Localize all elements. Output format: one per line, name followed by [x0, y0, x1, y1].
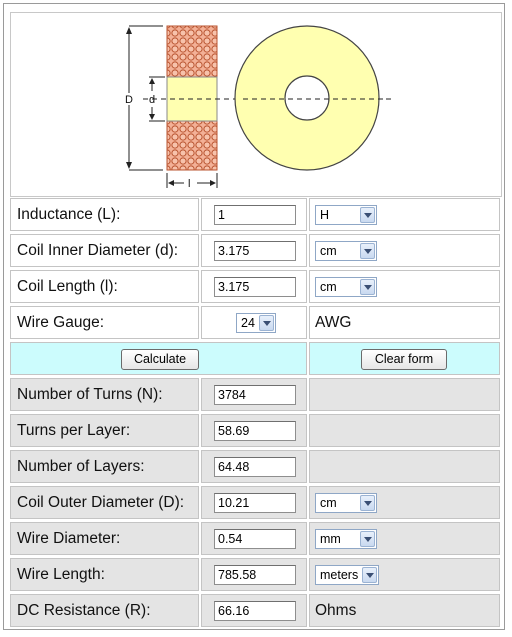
dc-resistance-label: DC Resistance (R):: [17, 602, 151, 619]
turns-per-layer-label: Turns per Layer:: [17, 422, 131, 439]
label-D: D: [125, 94, 133, 106]
row-inductance: Inductance (L): 1 H: [10, 198, 500, 231]
label-l: l: [188, 178, 190, 190]
row-layers: Number of Layers: 64.48: [10, 450, 500, 483]
coil-length-unit-select[interactable]: cm: [315, 277, 377, 297]
inductance-label: Inductance (L):: [17, 206, 121, 223]
wire-diameter-unit-select[interactable]: mm: [315, 529, 377, 549]
row-dc-resistance: DC Resistance (R): 66.16 Ohms: [10, 594, 500, 627]
winding-top: [166, 25, 218, 78]
row-wire-length: Wire Length: 785.58 meters: [10, 558, 500, 591]
chevron-down-icon[interactable]: [360, 207, 375, 223]
outer-diameter-output[interactable]: 10.21: [214, 493, 296, 513]
chevron-down-icon[interactable]: [360, 243, 375, 259]
dc-resistance-unit: Ohms: [315, 602, 357, 619]
turns-output[interactable]: 3784: [214, 385, 296, 405]
wire-gauge-label: Wire Gauge:: [17, 314, 105, 331]
label-d: d: [149, 94, 155, 106]
row-turns: Number of Turns (N): 3784: [10, 378, 500, 411]
wire-length-label: Wire Length:: [17, 566, 105, 583]
turns-per-layer-output[interactable]: 58.69: [214, 421, 296, 441]
row-inner-diameter: Coil Inner Diameter (d): 3.175 cm: [10, 234, 500, 267]
coil-diagram: D d l: [10, 12, 502, 197]
chevron-down-icon[interactable]: [360, 531, 375, 547]
coil-diagram-svg: D d l: [125, 25, 391, 190]
inner-diameter-unit-select[interactable]: cm: [315, 241, 377, 261]
dc-resistance-output[interactable]: 66.16: [214, 601, 296, 621]
turns-label: Number of Turns (N):: [17, 386, 163, 403]
row-turns-per-layer: Turns per Layer: 58.69: [10, 414, 500, 447]
chevron-down-icon[interactable]: [259, 315, 274, 331]
inner-diameter-label: Coil Inner Diameter (d):: [17, 242, 179, 259]
outer-diameter-label: Coil Outer Diameter (D):: [17, 494, 185, 511]
wire-gauge-select[interactable]: 24: [236, 313, 276, 333]
calculate-button[interactable]: Calculate: [121, 349, 199, 370]
row-actions: Calculate Clear form: [10, 342, 500, 375]
coil-length-label: Coil Length (l):: [17, 278, 118, 295]
coil-end-view-inner: [284, 75, 330, 121]
wire-length-unit-select[interactable]: meters: [315, 565, 379, 585]
inner-diameter-input[interactable]: 3.175: [214, 241, 296, 261]
row-outer-diameter: Coil Outer Diameter (D): 10.21 cm: [10, 486, 500, 519]
wire-gauge-unit: AWG: [315, 314, 352, 331]
outer-diameter-unit-select[interactable]: cm: [315, 493, 377, 513]
chevron-down-icon[interactable]: [362, 567, 377, 583]
clear-form-button[interactable]: Clear form: [361, 349, 447, 370]
inductance-unit-select[interactable]: H: [315, 205, 377, 225]
wire-diameter-label: Wire Diameter:: [17, 530, 121, 547]
chevron-down-icon[interactable]: [360, 279, 375, 295]
inductance-input[interactable]: 1: [214, 205, 296, 225]
row-coil-length: Coil Length (l): 3.175 cm: [10, 270, 500, 303]
wire-length-output[interactable]: 785.58: [214, 565, 296, 585]
chevron-down-icon[interactable]: [360, 495, 375, 511]
row-wire-diameter: Wire Diameter: 0.54 mm: [10, 522, 500, 555]
row-wire-gauge: Wire Gauge: 24 AWG: [10, 306, 500, 339]
wire-diameter-output[interactable]: 0.54: [214, 529, 296, 549]
coil-length-input[interactable]: 3.175: [214, 277, 296, 297]
layers-output[interactable]: 64.48: [214, 457, 296, 477]
winding-bottom: [166, 120, 218, 171]
layers-label: Number of Layers:: [17, 458, 145, 475]
